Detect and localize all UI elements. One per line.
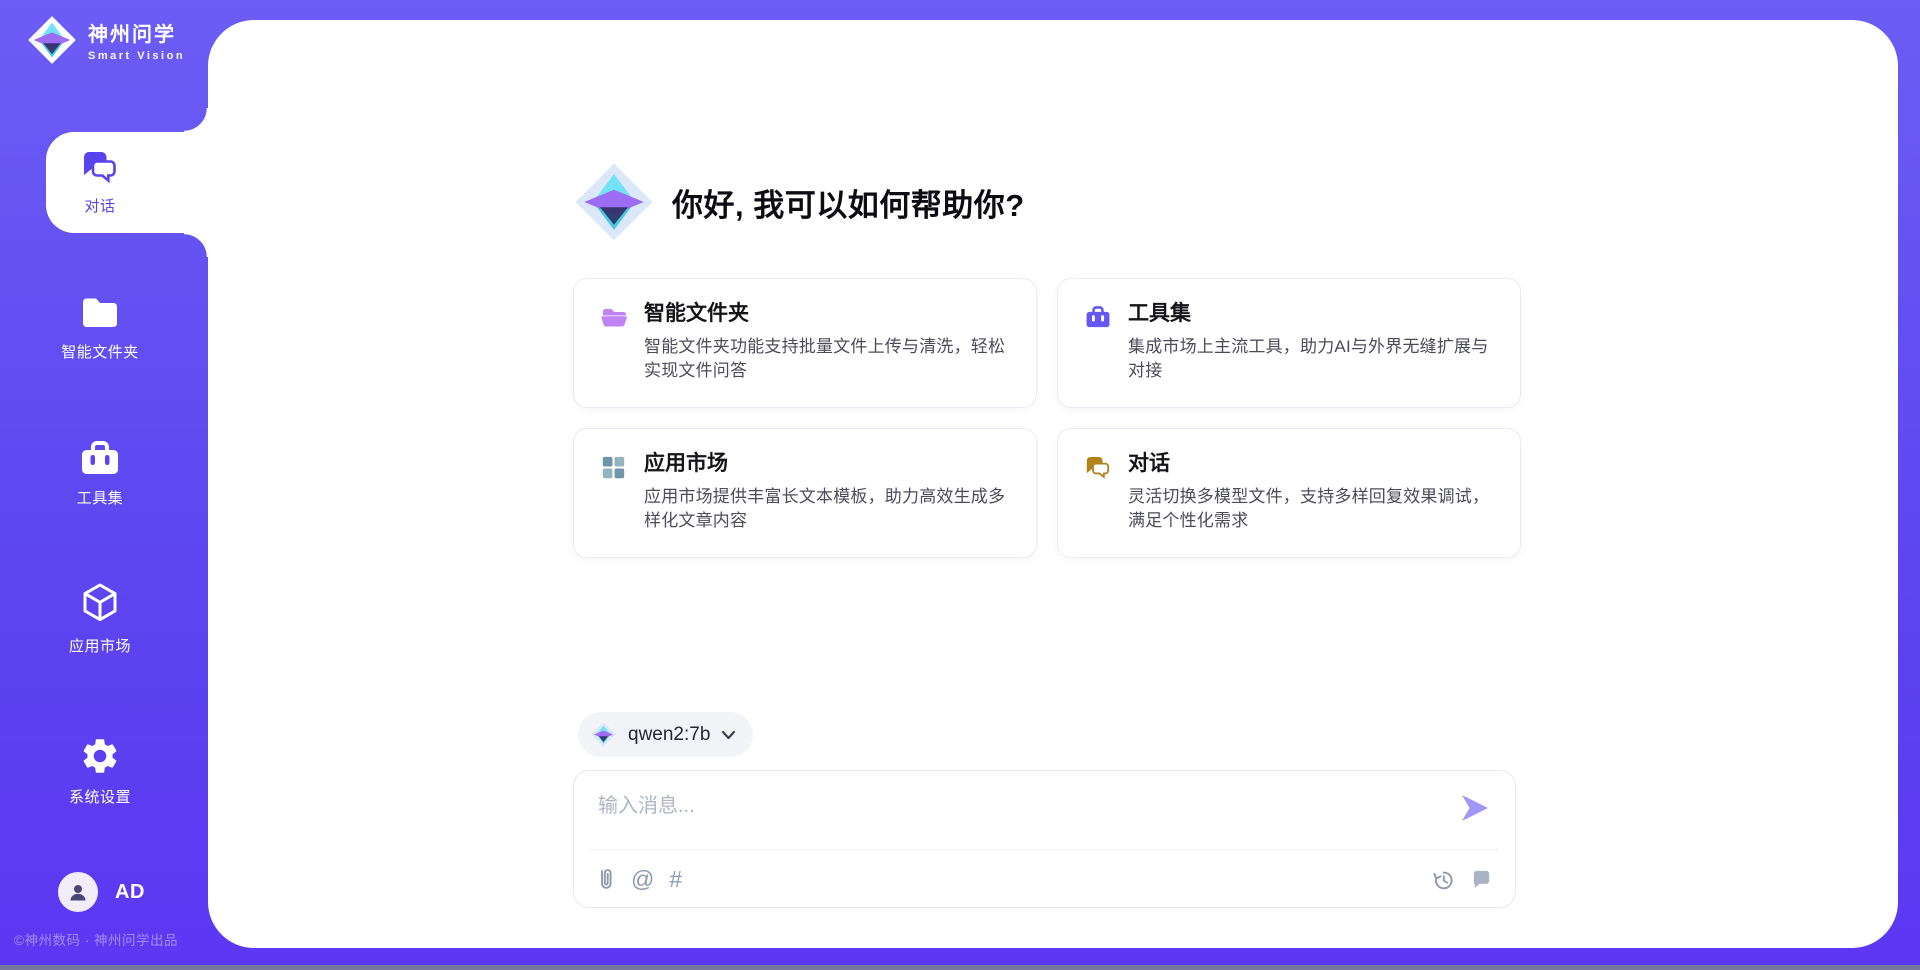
greeting-row: 你好, 我可以如何帮助你? [572, 160, 1025, 244]
copyright-footer: ©神州数码 · 神州问学出品 [14, 929, 178, 949]
mention-icon[interactable]: @ [631, 868, 654, 891]
toolbox-icon [1084, 304, 1112, 330]
sidebar-item-label: 对话 [84, 195, 115, 216]
user-account[interactable]: AD [58, 872, 145, 912]
message-composer: @ # [573, 770, 1516, 908]
card-title: 智能文件夹 [644, 301, 1010, 327]
card-smart-folder[interactable]: 智能文件夹 智能文件夹功能支持批量文件上传与清洗，轻松实现文件问答 [573, 278, 1037, 408]
composer-divider [590, 849, 1499, 850]
send-icon[interactable] [1459, 793, 1491, 823]
card-description: 应用市场提供丰富长文本模板，助力高效生成多样化文章内容 [644, 485, 1010, 532]
hashtag-icon[interactable]: # [669, 868, 682, 891]
sidebar-item-label: 智能文件夹 [61, 341, 139, 362]
sidebar-item-chat[interactable]: 对话 [22, 148, 178, 216]
sidebar-item-settings[interactable]: 系统设置 [22, 735, 178, 807]
card-app-market[interactable]: 应用市场 应用市场提供丰富长文本模板，助力高效生成多样化文章内容 [573, 428, 1037, 558]
feature-cards: 智能文件夹 智能文件夹功能支持批量文件上传与清洗，轻松实现文件问答 工具集 集成… [573, 278, 1521, 558]
brand: 神州问学 Smart Vision [26, 14, 185, 66]
card-toolset[interactable]: 工具集 集成市场上主流工具，助力AI与外界无缝扩展与对接 [1057, 278, 1521, 408]
sidebar-item-label: 系统设置 [69, 786, 131, 807]
chat-icon [1084, 454, 1112, 481]
chat-icon [80, 148, 120, 186]
card-description: 智能文件夹功能支持批量文件上传与清洗，轻松实现文件问答 [644, 335, 1010, 382]
chevron-down-icon [721, 730, 736, 740]
brand-name: 神州问学 [88, 18, 185, 47]
toolbox-icon [78, 438, 122, 478]
card-title: 应用市场 [644, 451, 1010, 477]
card-chat[interactable]: 对话 灵活切换多模型文件，支持多样回复效果调试，满足个性化需求 [1057, 428, 1521, 558]
assistant-logo-icon [572, 160, 656, 244]
composer-toolbar: @ # [596, 861, 1493, 897]
sidebar-item-app-market[interactable]: 应用市场 [22, 580, 178, 656]
model-logo-icon [590, 721, 617, 748]
user-initials: AD [115, 881, 145, 904]
person-icon [66, 880, 90, 904]
sidebar-item-label: 工具集 [77, 487, 124, 508]
folder-icon [78, 292, 122, 332]
model-name: qwen2:7b [628, 724, 710, 746]
avatar [58, 872, 98, 912]
chat-bubble-icon[interactable] [1470, 868, 1493, 891]
open-folder-icon [600, 304, 628, 329]
sidebar-item-toolset[interactable]: 工具集 [22, 438, 178, 508]
active-tab-curve-top [184, 108, 208, 132]
history-icon[interactable] [1432, 868, 1455, 891]
model-selector[interactable]: qwen2:7b [578, 712, 753, 757]
card-title: 对话 [1128, 451, 1494, 477]
card-description: 集成市场上主流工具，助力AI与外界无缝扩展与对接 [1128, 335, 1494, 382]
cube-icon [78, 580, 122, 626]
brand-logo-icon [26, 14, 78, 66]
card-description: 灵活切换多模型文件，支持多样回复效果调试，满足个性化需求 [1128, 485, 1494, 532]
grid-icon [600, 454, 627, 481]
active-tab-curve-bottom [184, 233, 208, 257]
sidebar-item-smart-folder[interactable]: 智能文件夹 [22, 292, 178, 362]
gear-icon [79, 735, 121, 777]
card-title: 工具集 [1128, 301, 1494, 327]
message-input[interactable] [596, 787, 1450, 845]
greeting-text: 你好, 我可以如何帮助你? [672, 180, 1025, 225]
bottom-edge-bar [0, 965, 1920, 970]
sidebar-item-label: 应用市场 [69, 635, 131, 656]
attachment-icon[interactable] [596, 866, 616, 893]
brand-subtitle: Smart Vision [88, 50, 185, 62]
